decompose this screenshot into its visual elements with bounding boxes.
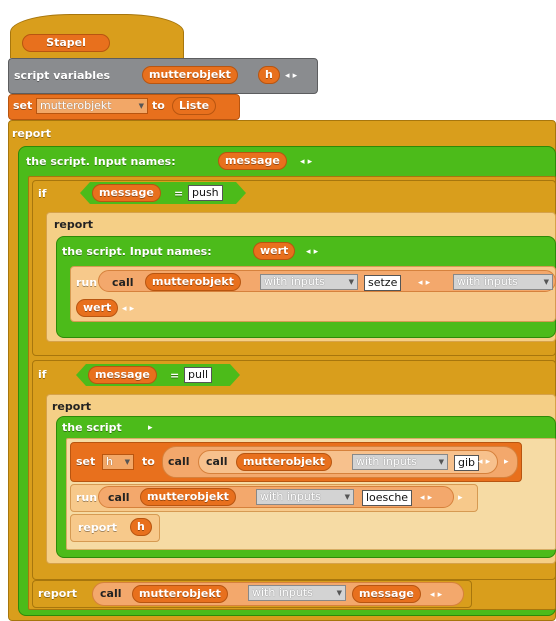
if2-right[interactable]: pull — [184, 367, 213, 383]
report5-call: call — [100, 587, 122, 600]
set2-with-inputs[interactable]: with inputs — [352, 454, 448, 470]
set2-obj[interactable]: mutterobjekt — [236, 453, 332, 471]
ring1-label: the script. Input names: — [26, 155, 176, 168]
call1-slot-setze[interactable]: setze — [364, 275, 402, 291]
run2-with-inputs[interactable]: with inputs — [256, 489, 354, 505]
call1-label: call — [112, 276, 134, 289]
run2-obj[interactable]: mutterobjekt — [140, 488, 236, 506]
set-label: set — [13, 99, 33, 112]
run2-arrow[interactable]: ▸ — [458, 491, 463, 505]
run2-arrows[interactable]: ◂ ▸ — [420, 491, 432, 505]
call1-obj[interactable]: mutterobjekt — [145, 273, 241, 291]
set2-var-dropdown[interactable]: h — [102, 454, 134, 470]
ring2-label: the script. Input names: — [62, 245, 212, 258]
set2-call-inner: call — [206, 455, 228, 468]
if1-label: if — [38, 187, 47, 200]
set-var-dropdown[interactable]: mutterobjekt — [36, 98, 148, 114]
hat-label: Stapel — [22, 34, 110, 52]
if2-eq: = — [170, 369, 180, 382]
set2-arrow[interactable]: ▸ — [504, 455, 509, 469]
call1-arrows[interactable]: ◂ ▸ — [418, 276, 430, 290]
report2-label: report — [54, 218, 93, 231]
param-wert[interactable]: wert — [253, 242, 296, 260]
report5-obj[interactable]: mutterobjekt — [132, 585, 228, 603]
report4-h[interactable]: h — [130, 518, 152, 536]
liste-variable[interactable]: Liste — [172, 97, 217, 115]
if1-right[interactable]: push — [188, 185, 223, 201]
run2-label: run — [76, 491, 98, 504]
run1-param-wert[interactable]: wert — [76, 299, 119, 317]
call1-with-inputs[interactable]: with inputs — [260, 274, 358, 290]
ring3-label: the script — [62, 421, 122, 434]
set2-slot-gib[interactable]: gib — [454, 455, 480, 471]
run1-arrows2[interactable]: ◂ ▸ — [122, 302, 134, 316]
param-message[interactable]: message — [218, 152, 287, 170]
ring2-arrows[interactable]: ◂ ▸ — [306, 245, 318, 259]
ring3-arrow[interactable]: ▸ — [148, 421, 153, 435]
set-to-label: to — [152, 99, 165, 112]
set2-to-label: to — [142, 455, 155, 468]
report5-param[interactable]: message — [352, 585, 421, 603]
set2-label: set — [76, 455, 96, 468]
if1-left[interactable]: message — [92, 184, 161, 202]
script-variables-label: script variables — [14, 69, 111, 82]
report5-label: report — [38, 587, 77, 600]
run2-call: call — [108, 491, 130, 504]
script-variables-arrows[interactable]: ◂ ▸ — [285, 69, 297, 83]
ring1-arrows[interactable]: ◂ ▸ — [300, 155, 312, 169]
report4-label: report — [78, 521, 117, 534]
var-mutterobjekt[interactable]: mutterobjekt — [142, 66, 238, 84]
if1-eq: = — [174, 187, 184, 200]
run1-label: run — [76, 276, 98, 289]
run2-slot-loesche[interactable]: loesche — [362, 490, 413, 506]
if2-left[interactable]: message — [88, 366, 157, 384]
if2-label: if — [38, 368, 47, 381]
var-h[interactable]: h — [258, 66, 280, 84]
set2-arrows[interactable]: ◂ ▸ — [478, 455, 490, 469]
set2-call-outer: call — [168, 455, 190, 468]
report3-label: report — [52, 400, 91, 413]
report5-with-inputs[interactable]: with inputs — [248, 585, 346, 601]
report-label-outer: report — [12, 127, 51, 140]
report5-arrows[interactable]: ◂ ▸ — [430, 588, 442, 602]
run1-with-inputs[interactable]: with inputs — [453, 274, 553, 290]
